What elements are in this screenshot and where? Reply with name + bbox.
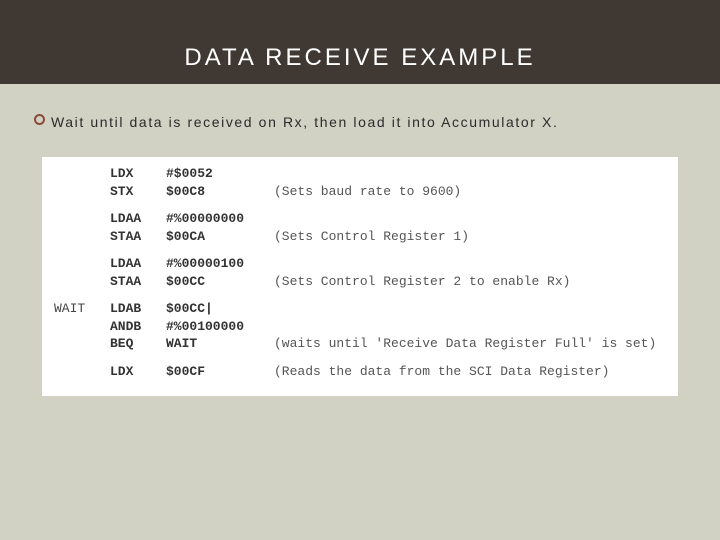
code-line: BEQWAIT(waits until 'Receive Data Regist… bbox=[54, 335, 666, 353]
code-mnemonic: LDX bbox=[110, 165, 166, 183]
code-comment: (Reads the data from the SCI Data Regist… bbox=[274, 364, 609, 379]
code-group: LDX#$0052 STX$00C8(Sets baud rate to 960… bbox=[54, 165, 666, 200]
code-operand: #$0052 bbox=[166, 165, 274, 183]
code-group: WAITLDAB$00CC| ANDB#%00100000 BEQWAIT(wa… bbox=[54, 300, 666, 353]
code-line: ANDB#%00100000 bbox=[54, 318, 666, 336]
slide-content: Wait until data is received on Rx, then … bbox=[0, 84, 720, 416]
code-line: STAA$00CC(Sets Control Register 2 to ena… bbox=[54, 273, 666, 291]
code-operand: $00CC bbox=[166, 273, 274, 291]
code-group: LDAA#%00000000 STAA$00CA(Sets Control Re… bbox=[54, 210, 666, 245]
code-comment: (Sets Control Register 1) bbox=[274, 229, 469, 244]
slide-title: DATA RECEIVE EXAMPLE bbox=[184, 44, 535, 72]
code-mnemonic: LDAB bbox=[110, 300, 166, 318]
code-operand: $00C8 bbox=[166, 183, 274, 201]
code-operand: $00CC| bbox=[166, 300, 274, 318]
code-line: LDAA#%00000000 bbox=[54, 210, 666, 228]
code-operand: #%00100000 bbox=[166, 318, 274, 336]
code-operand: #%00000100 bbox=[166, 255, 274, 273]
code-comment: (Sets baud rate to 9600) bbox=[274, 184, 461, 199]
code-operand: #%00000000 bbox=[166, 210, 274, 228]
code-group: LDX$00CF(Reads the data from the SCI Dat… bbox=[54, 363, 666, 381]
code-line: WAITLDAB$00CC| bbox=[54, 300, 666, 318]
code-mnemonic: STAA bbox=[110, 273, 166, 291]
code-mnemonic: STAA bbox=[110, 228, 166, 246]
code-operand: WAIT bbox=[166, 335, 274, 353]
code-label: WAIT bbox=[54, 300, 110, 318]
code-mnemonic: BEQ bbox=[110, 335, 166, 353]
code-comment: (waits until 'Receive Data Register Full… bbox=[274, 336, 656, 351]
code-operand: $00CA bbox=[166, 228, 274, 246]
code-line: LDX$00CF(Reads the data from the SCI Dat… bbox=[54, 363, 666, 381]
bullet-text: Wait until data is received on Rx, then … bbox=[51, 112, 558, 133]
code-mnemonic: STX bbox=[110, 183, 166, 201]
code-mnemonic: LDAA bbox=[110, 255, 166, 273]
circle-bullet-icon bbox=[34, 114, 45, 125]
code-mnemonic: ANDB bbox=[110, 318, 166, 336]
code-mnemonic: LDX bbox=[110, 363, 166, 381]
code-listing: LDX#$0052 STX$00C8(Sets baud rate to 960… bbox=[42, 157, 678, 396]
code-operand: $00CF bbox=[166, 363, 274, 381]
code-group: LDAA#%00000100 STAA$00CC(Sets Control Re… bbox=[54, 255, 666, 290]
code-line: STAA$00CA(Sets Control Register 1) bbox=[54, 228, 666, 246]
slide-header: DATA RECEIVE EXAMPLE bbox=[0, 0, 720, 84]
code-line: STX$00C8(Sets baud rate to 9600) bbox=[54, 183, 666, 201]
code-comment: (Sets Control Register 2 to enable Rx) bbox=[274, 274, 570, 289]
code-line: LDAA#%00000100 bbox=[54, 255, 666, 273]
code-line: LDX#$0052 bbox=[54, 165, 666, 183]
bullet-item: Wait until data is received on Rx, then … bbox=[34, 112, 686, 133]
code-mnemonic: LDAA bbox=[110, 210, 166, 228]
